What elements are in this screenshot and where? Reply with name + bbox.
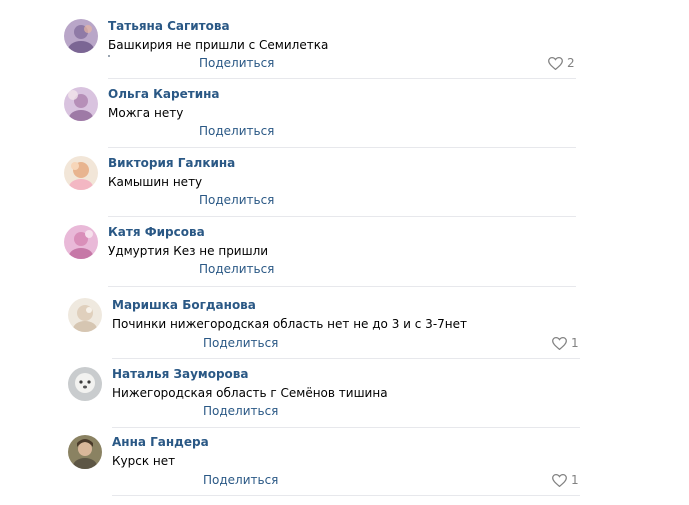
comment-divider	[108, 286, 576, 287]
comment-author-link[interactable]: Виктория Галкина	[108, 156, 235, 171]
comment-author-link[interactable]: Татьяна Сагитова	[108, 19, 230, 34]
avatar-photo-icon	[64, 225, 98, 259]
share-link[interactable]: Поделиться	[203, 336, 278, 351]
comment-divider	[108, 216, 576, 217]
avatar-photo-icon	[64, 19, 98, 53]
avatar[interactable]	[64, 156, 98, 190]
comment-author-link[interactable]: Анна Гандера	[112, 435, 209, 450]
like-count: 2	[567, 55, 575, 70]
comment-text: Камышин нету	[108, 175, 203, 189]
avatar[interactable]	[64, 19, 98, 53]
share-link[interactable]: Поделиться	[199, 56, 274, 71]
avatar[interactable]	[64, 225, 98, 259]
comment-text: Курск нет	[112, 454, 176, 468]
avatar-photo-icon	[64, 87, 98, 121]
comment-divider	[108, 147, 576, 148]
comment-author-link[interactable]: Ольга Каретина	[108, 87, 220, 102]
like-count: 1	[571, 335, 579, 350]
comment-divider	[108, 78, 576, 79]
avatar[interactable]	[64, 87, 98, 121]
heart-outline-icon	[548, 56, 563, 70]
comment-divider	[112, 427, 580, 428]
comment-text: Починки нижегородская область нет не до …	[112, 317, 467, 331]
comment-text: Башкирия не пришли с Семилетка	[108, 38, 329, 52]
comment-text: Можга нету	[108, 106, 184, 120]
comment-text: Нижегородская область г Семёнов тишина	[112, 386, 388, 400]
share-link[interactable]: Поделиться	[199, 193, 274, 208]
like-button[interactable]: 1	[552, 335, 579, 351]
avatar-photo-icon	[68, 298, 102, 332]
comment-author-link[interactable]: Маришка Богданова	[112, 298, 256, 313]
share-link[interactable]: Поделиться	[203, 473, 278, 488]
comment-text: Удмуртия Кез не пришли	[108, 244, 269, 258]
share-link[interactable]: Поделиться	[199, 262, 274, 277]
avatar[interactable]	[68, 298, 102, 332]
comment-divider	[112, 358, 580, 359]
comment-author-link[interactable]: Катя Фирсова	[108, 225, 205, 240]
attachment-dot	[108, 55, 110, 57]
avatar-photo-icon	[68, 367, 102, 401]
avatar[interactable]	[68, 367, 102, 401]
avatar-photo-icon	[68, 435, 102, 469]
comment-author-link[interactable]: Наталья Зауморова	[112, 367, 248, 382]
share-link[interactable]: Поделиться	[203, 404, 278, 419]
heart-outline-icon	[552, 336, 567, 350]
like-button[interactable]: 2	[548, 55, 575, 71]
heart-outline-icon	[552, 473, 567, 487]
like-count: 1	[571, 472, 579, 487]
avatar-photo-icon	[64, 156, 98, 190]
comment-item: Катя Фирсова Удмуртия Кез не пришли Поде…	[64, 225, 576, 295]
comment-divider	[112, 495, 580, 496]
like-button[interactable]: 1	[552, 472, 579, 488]
avatar[interactable]	[68, 435, 102, 469]
share-link[interactable]: Поделиться	[199, 124, 274, 139]
